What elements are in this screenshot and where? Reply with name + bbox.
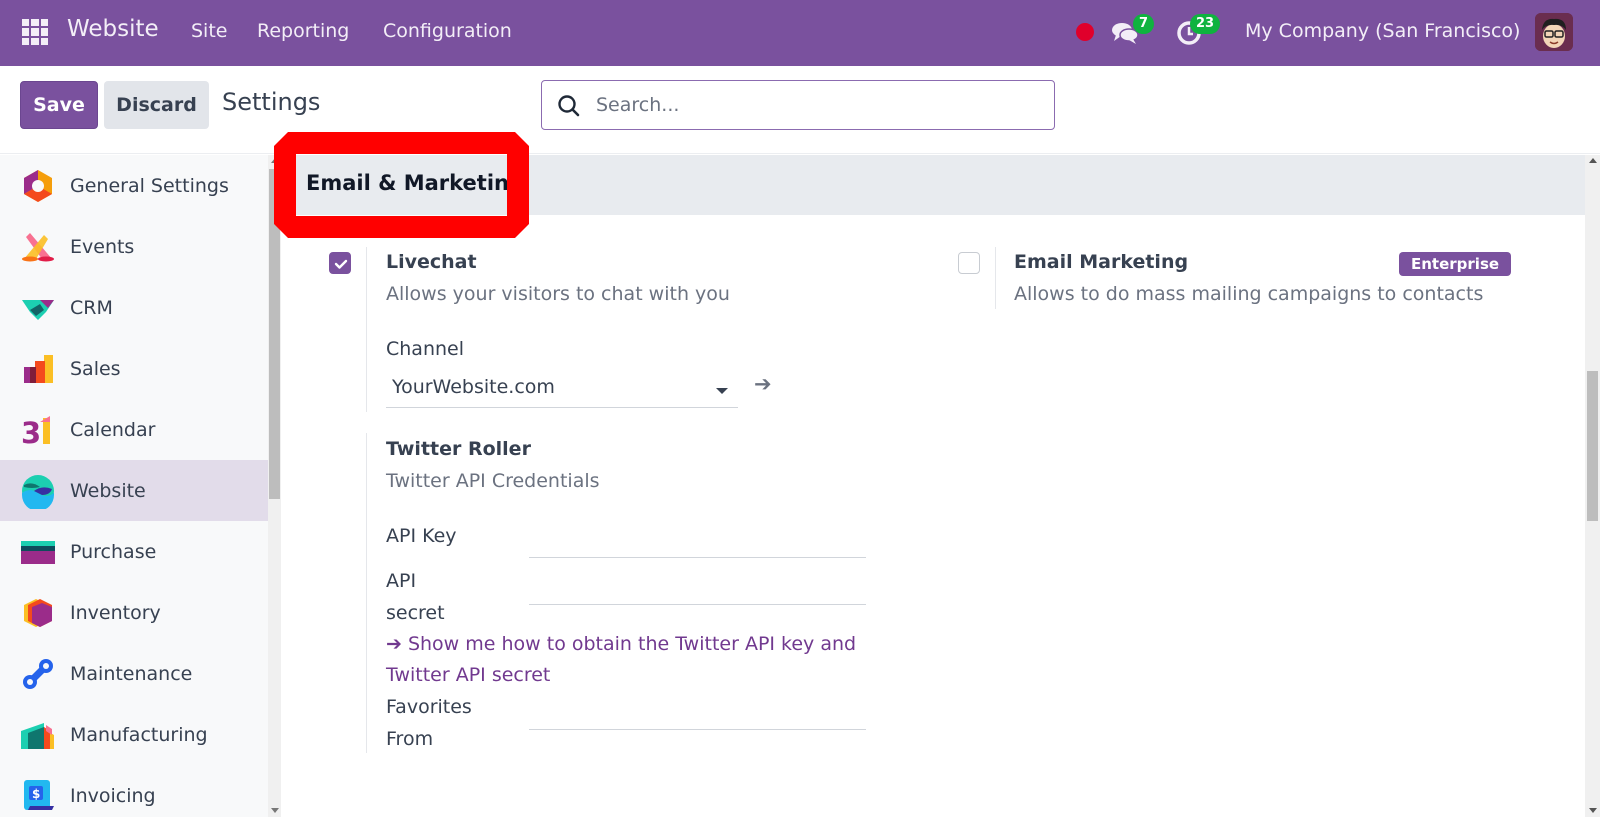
recording-indicator-icon[interactable] (1076, 23, 1094, 41)
apps-menu-icon[interactable] (22, 19, 48, 45)
messages-count-badge: 7 (1133, 14, 1155, 34)
control-panel: Save Discard Settings (0, 66, 1600, 154)
crm-icon (22, 299, 54, 320)
sidebar-item-sales[interactable]: Sales (0, 338, 268, 399)
sidebar-item-website[interactable]: Website (0, 460, 268, 521)
sidebar-item-maintenance[interactable]: Maintenance (0, 643, 268, 704)
svg-text:3: 3 (21, 416, 41, 448)
svg-text:$: $ (32, 787, 40, 801)
sidebar-item-label: Maintenance (70, 662, 193, 685)
sidebar-item-label: CRM (70, 296, 113, 319)
menu-reporting[interactable]: Reporting (257, 20, 349, 42)
search-icon (556, 93, 582, 119)
events-icon (22, 232, 54, 261)
channel-select[interactable]: YourWebsite.com (386, 370, 738, 408)
channel-label: Channel (386, 338, 465, 360)
manufacturing-icon (21, 722, 54, 749)
email-marketing-title: Email Marketing (1014, 251, 1189, 273)
open-channel-arrow-icon[interactable]: ➔ (754, 372, 772, 396)
livechat-description: Allows your visitors to chat with you (386, 283, 730, 305)
maintenance-icon (23, 658, 53, 689)
channel-select-value: YourWebsite.com (392, 376, 555, 398)
sidebar-item-label: Manufacturing (70, 723, 208, 746)
top-navbar: Website Site Reporting Configuration 7 2… (0, 0, 1600, 66)
invoicing-icon: $ (24, 779, 54, 810)
section-header: Email & Marketing (281, 155, 1585, 215)
main-scrollbar-thumb[interactable] (1587, 371, 1598, 521)
chevron-down-icon (716, 388, 728, 394)
sidebar-item-label: Purchase (70, 540, 157, 563)
sales-icon (24, 354, 53, 383)
twitter-help-link[interactable]: ➔ Show me how to obtain the Twitter API … (386, 629, 866, 691)
discard-button[interactable]: Discard (104, 81, 209, 129)
sidebar-item-label: Website (70, 479, 146, 502)
section-title: Email & Marketing (306, 171, 525, 195)
save-button[interactable]: Save (20, 81, 98, 129)
sidebar-item-purchase[interactable]: Purchase (0, 521, 268, 582)
api-key-input[interactable] (529, 528, 866, 558)
api-secret-label-line2: secret (386, 602, 445, 624)
sidebar-scrollbar-thumb[interactable] (269, 169, 280, 499)
setting-divider (995, 247, 996, 309)
general-settings-icon (24, 169, 52, 202)
api-secret-label: API (386, 570, 417, 592)
setting-divider (366, 433, 367, 753)
api-key-label: API Key (386, 525, 457, 547)
purchase-icon (21, 540, 55, 564)
scroll-down-arrow-icon[interactable] (1589, 808, 1597, 813)
twitter-title: Twitter Roller (386, 438, 531, 460)
checkmark-icon (334, 259, 348, 269)
sidebar-item-general-settings[interactable]: General Settings (0, 155, 268, 216)
menu-site[interactable]: Site (191, 20, 227, 42)
favorites-from-input[interactable] (529, 700, 866, 730)
settings-content: Email & Marketing Livechat Allows your v… (281, 155, 1585, 817)
website-icon (22, 474, 54, 509)
sidebar-item-label: Events (70, 235, 135, 258)
menu-configuration[interactable]: Configuration (383, 20, 512, 42)
scroll-down-arrow-icon[interactable] (271, 808, 279, 813)
search-box[interactable] (541, 80, 1055, 130)
twitter-description: Twitter API Credentials (386, 470, 600, 492)
user-avatar[interactable] (1535, 13, 1573, 51)
main-scrollbar[interactable] (1585, 155, 1600, 817)
scroll-up-arrow-icon[interactable] (1589, 158, 1597, 163)
sidebar-item-label: General Settings (70, 174, 229, 197)
search-input[interactable] (596, 89, 1036, 121)
settings-sidebar: General Settings Events CRM Sales 3 Cale… (0, 155, 268, 817)
scroll-up-arrow-icon[interactable] (271, 158, 279, 163)
sidebar-item-events[interactable]: Events (0, 216, 268, 277)
email-marketing-description: Allows to do mass mailing campaigns to c… (1014, 283, 1484, 305)
company-switcher[interactable]: My Company (San Francisco) (1245, 20, 1520, 42)
sidebar-scrollbar[interactable] (268, 155, 281, 817)
email-marketing-checkbox[interactable] (958, 252, 980, 274)
sidebar-item-label: Invoicing (70, 784, 156, 807)
sidebar-item-label: Inventory (70, 601, 161, 624)
sidebar-item-label: Sales (70, 357, 121, 380)
api-secret-input[interactable] (529, 575, 866, 605)
favorites-from-label-line2: From (386, 728, 434, 750)
setting-divider (366, 247, 367, 412)
app-brand[interactable]: Website (67, 16, 159, 42)
sidebar-item-calendar[interactable]: 3 Calendar (0, 399, 268, 460)
sidebar-item-inventory[interactable]: Inventory (0, 582, 268, 643)
sidebar-item-crm[interactable]: CRM (0, 277, 268, 338)
calendar-icon: 3 (21, 415, 50, 448)
favorites-from-label: Favorites (386, 696, 472, 718)
activities-count-badge: 23 (1190, 14, 1221, 34)
enterprise-badge[interactable]: Enterprise (1399, 252, 1512, 276)
sidebar-item-manufacturing[interactable]: Manufacturing (0, 704, 268, 765)
sidebar-item-label: Calendar (70, 418, 156, 441)
page-title: Settings (222, 88, 321, 116)
livechat-title: Livechat (386, 251, 477, 273)
inventory-icon (24, 598, 52, 627)
livechat-checkbox[interactable] (329, 252, 351, 274)
